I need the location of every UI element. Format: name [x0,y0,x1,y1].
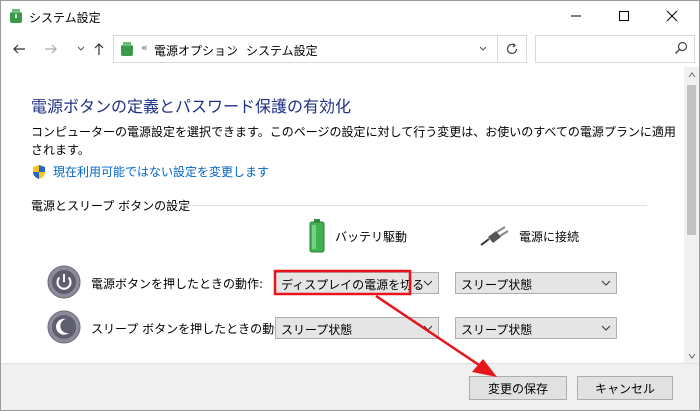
window-title: システム設定 [29,11,101,25]
cancel-button[interactable]: キャンセル [577,376,673,400]
ac-label: 電源に接続 [519,229,580,244]
forward-button[interactable] [41,39,61,59]
power-options-icon [10,9,22,23]
refresh-button[interactable] [497,36,526,62]
address-dropdown-button[interactable] [472,36,494,62]
chevron-down-icon [77,46,85,51]
arrow-left-icon [13,44,25,54]
minimize-icon [571,15,581,17]
breadcrumb-power-options[interactable]: 電源オプション [154,42,238,59]
select-value: ディスプレイの電源を切る [281,278,425,292]
scroll-up-button[interactable] [684,67,699,82]
chevron-down-icon [601,280,611,286]
select-value: スリープ状態 [461,323,533,337]
title-bar: システム設定 [1,1,699,31]
select-value: スリープ状態 [461,278,533,292]
minimize-button[interactable] [553,1,599,31]
scroll-down-button[interactable] [684,348,699,363]
chevron-down-icon [688,353,695,359]
search-input[interactable] [535,35,695,63]
maximize-button[interactable] [601,1,647,31]
uac-shield-icon [33,164,45,179]
column-header-battery: バッテリ駆動 [309,219,407,253]
select-value: スリープ状態 [281,323,353,337]
maximize-icon [619,11,629,21]
group-divider [183,205,647,206]
chevron-down-icon [423,325,433,331]
refresh-icon [506,43,518,55]
arrow-right-icon [45,44,57,54]
breadcrumb-system-settings[interactable]: システム設定 [246,42,318,59]
chevron-down-icon [423,280,433,286]
power-button-ac-select[interactable]: スリープ状態 [455,272,617,294]
search-icon [674,41,688,55]
sleep-button-icon [47,310,81,344]
sleep-button-label: スリープ ボタンを押したときの動作: [91,322,291,336]
save-changes-button[interactable]: 変更の保存 [469,376,567,400]
group-title: 電源とスリープ ボタンの設定 [31,199,191,213]
navigation-bar: « 電源オプション › システム設定 [1,31,699,67]
power-options-icon [121,42,133,56]
battery-label: バッテリ駆動 [335,229,408,244]
change-link-text[interactable]: 現在利用可能ではない設定を変更します [53,163,269,180]
recent-locations-button[interactable] [71,39,91,59]
address-bar[interactable]: « 電源オプション › システム設定 [113,35,527,63]
scrollbar-thumb[interactable] [687,85,696,235]
chevron-down-icon [601,325,611,331]
back-button[interactable] [9,39,29,59]
sleep-button-ac-select[interactable]: スリープ状態 [455,317,617,339]
power-button-battery-select[interactable]: ディスプレイの電源を切る [275,272,439,294]
vertical-scrollbar[interactable] [684,67,699,363]
close-icon [666,10,678,22]
chevron-up-icon [688,71,695,77]
page-description: コンピューターの電源設定を選択できます。このページの設定に対して行う変更は、お使… [31,125,676,157]
sleep-button-battery-select[interactable]: スリープ状態 [275,317,439,339]
breadcrumb-chevron[interactable]: › [232,41,236,54]
change-unavailable-settings-link[interactable]: 現在利用可能ではない設定を変更します [31,163,269,180]
power-button-icon [47,265,81,299]
plug-icon [480,226,509,246]
page-title: 電源ボタンの定義とパスワード保護の有効化 [31,97,352,116]
column-header-ac: 電源に接続 [479,225,579,247]
footer-bar: 変更の保存 キャンセル [1,363,699,410]
breadcrumb-overflow[interactable]: « [141,41,148,54]
arrow-up-icon [94,43,104,55]
close-button[interactable] [649,1,695,31]
window: システム設定 « 電源オプション › システム設定 電源ボタンの定義とパスワード… [0,0,700,411]
up-button[interactable] [89,39,109,59]
power-button-label: 電源ボタンを押したときの動作: [91,277,264,291]
chevron-down-icon [479,46,487,51]
battery-icon [309,219,325,253]
content-area: 電源ボタンの定義とパスワード保護の有効化 コンピューターの電源設定を選択できます… [1,67,684,363]
